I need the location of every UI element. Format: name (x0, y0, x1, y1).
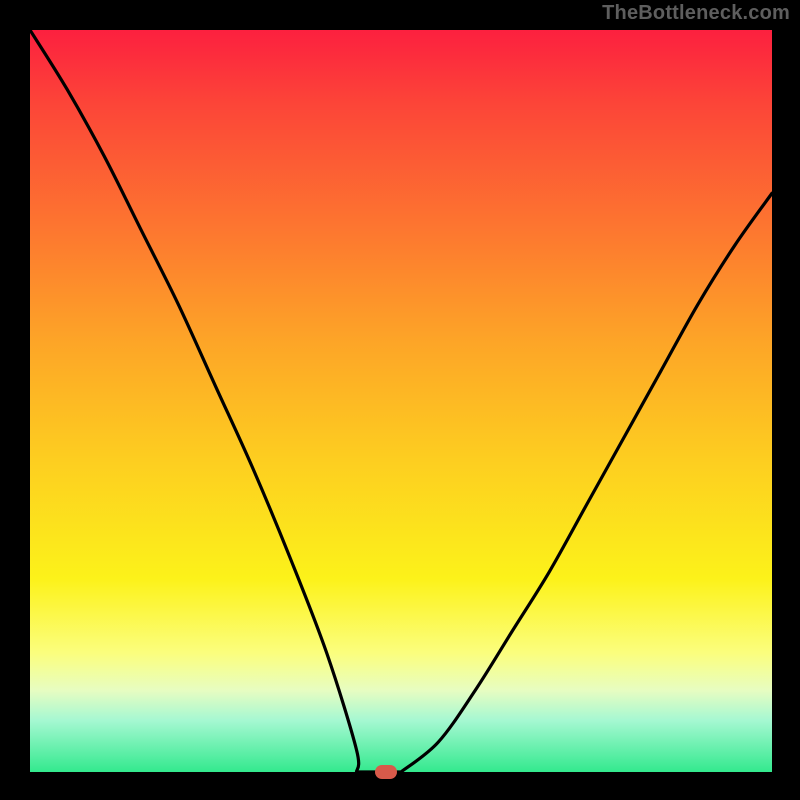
chart-frame: TheBottleneck.com (0, 0, 800, 800)
bottleneck-curve (30, 30, 772, 772)
watermark-text: TheBottleneck.com (602, 2, 790, 25)
plot-area (30, 30, 772, 772)
optimal-point-marker (375, 765, 397, 779)
